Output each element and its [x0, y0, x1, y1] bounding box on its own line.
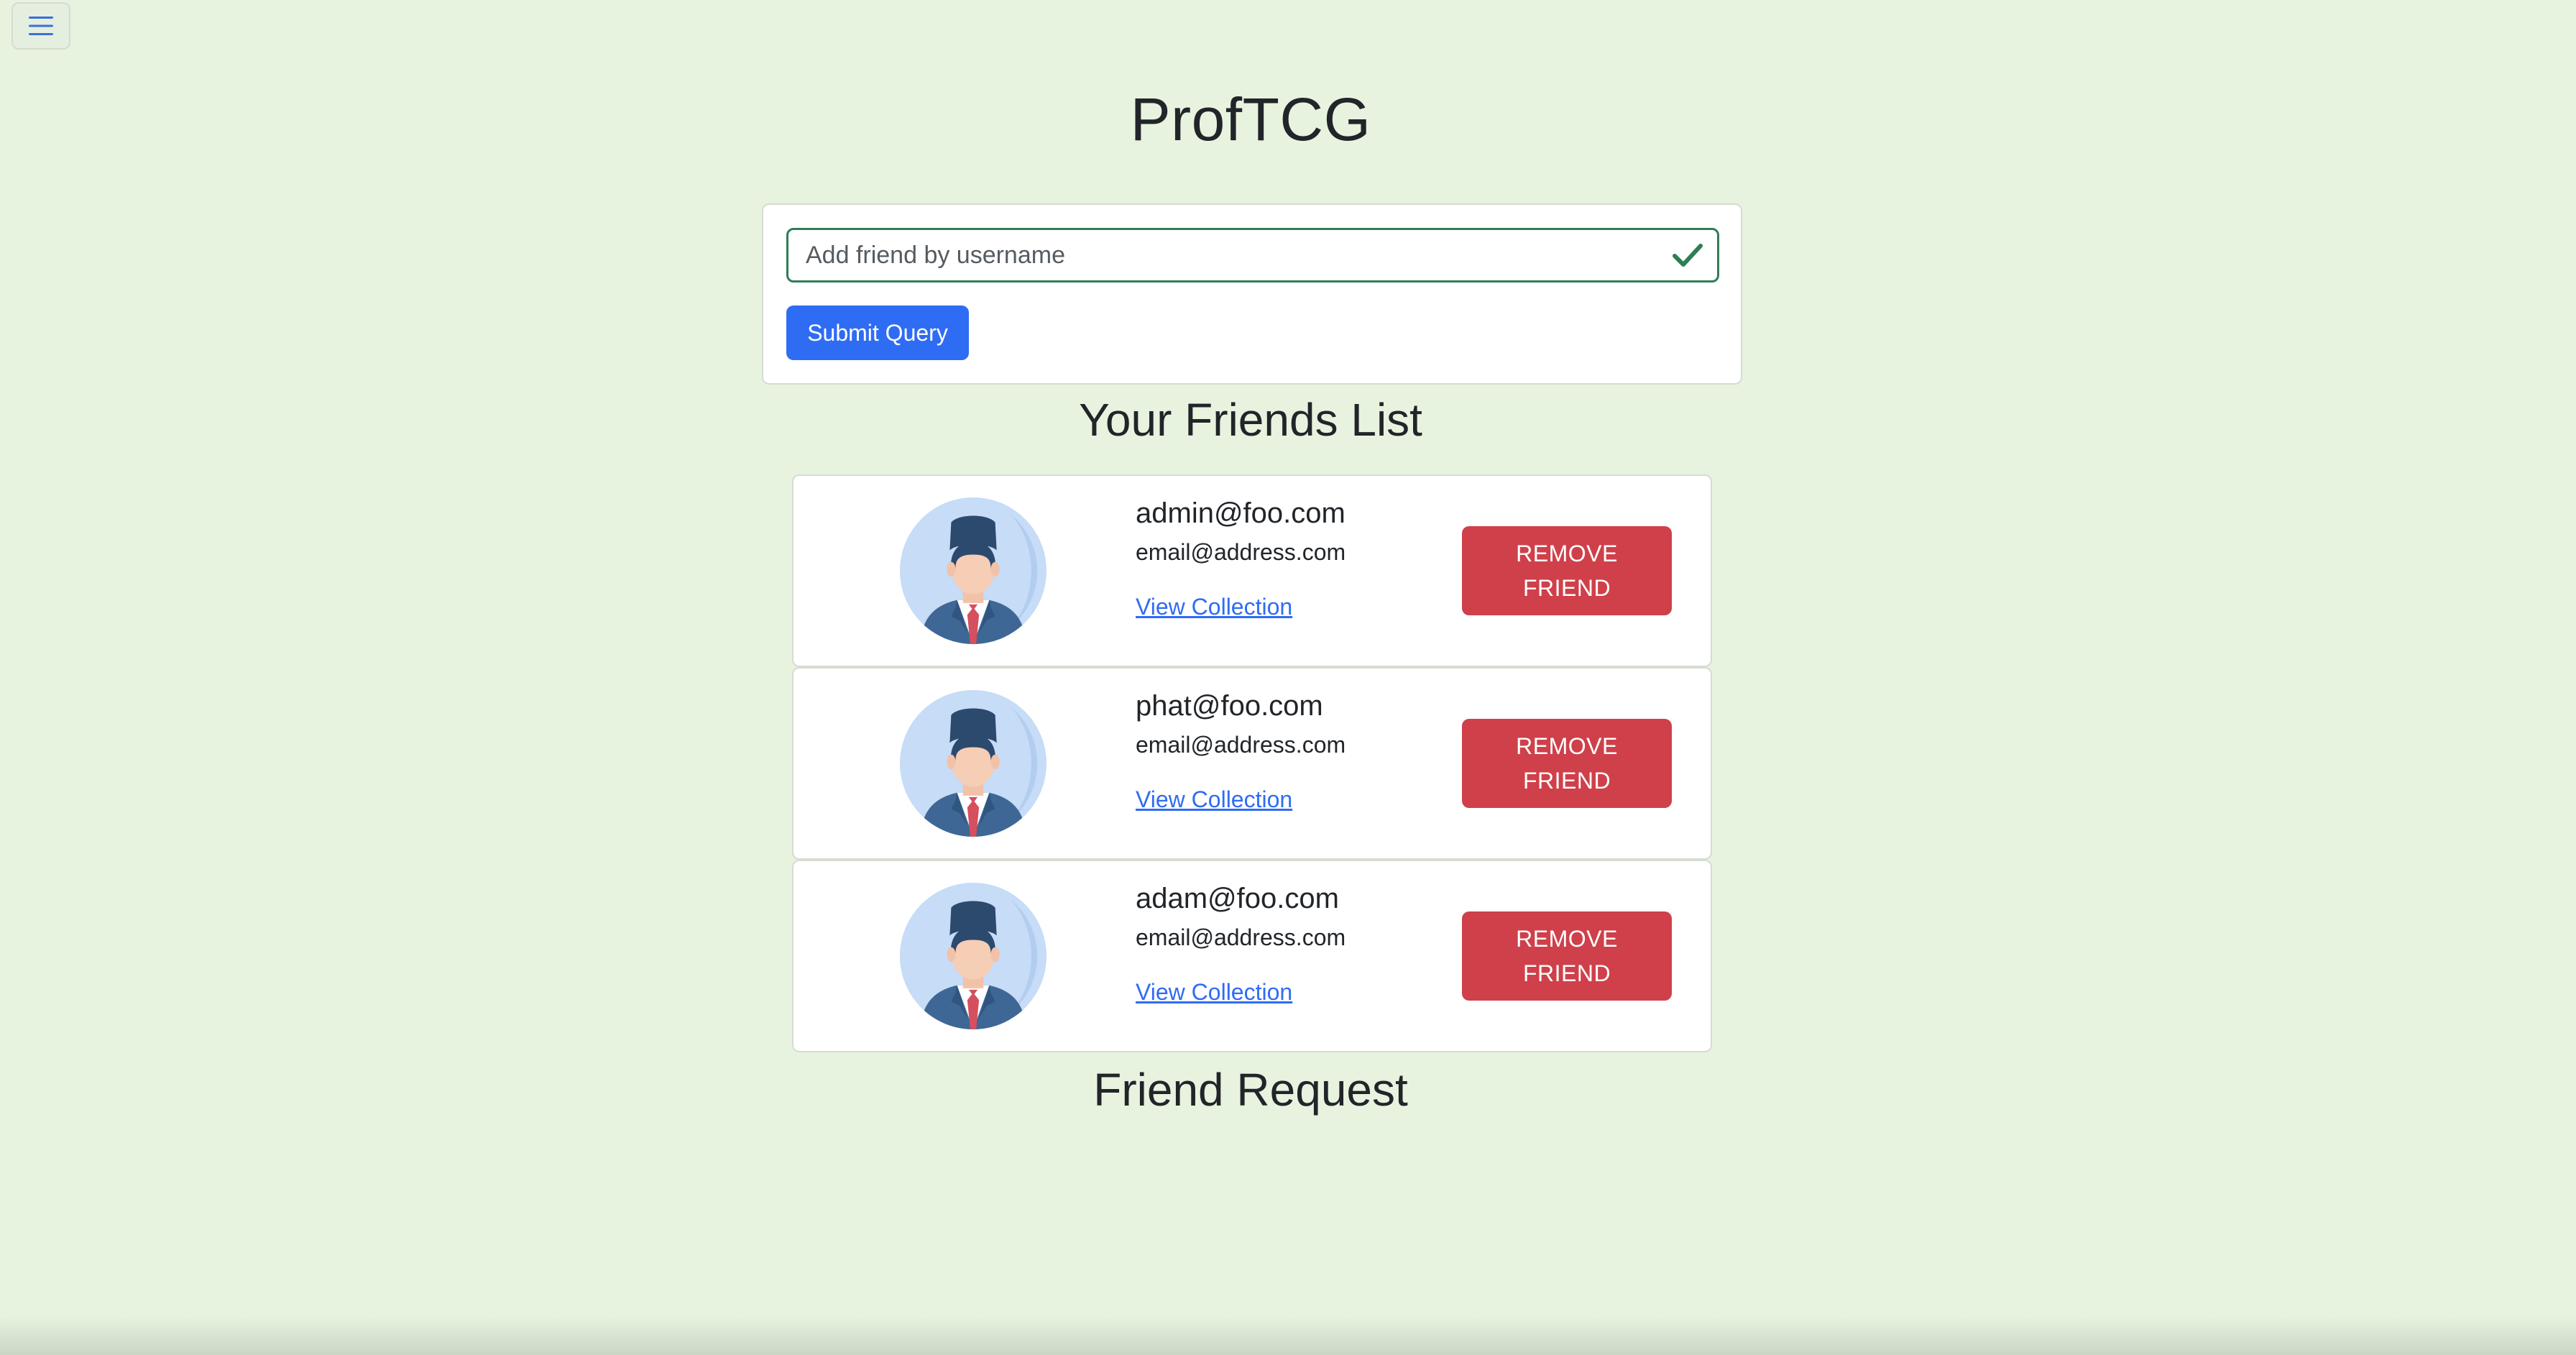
friend-request-heading: Friend Request: [1093, 1064, 1408, 1116]
bottom-edge-shadow: [0, 1315, 2576, 1355]
remove-friend-button[interactable]: REMOVE FRIEND: [1462, 526, 1672, 615]
add-friend-card: Submit Query: [762, 203, 1742, 385]
menu-toggle-button[interactable]: [12, 2, 70, 50]
friend-card: phat@foo.com email@address.com View Coll…: [792, 667, 1712, 860]
user-avatar-icon: [900, 497, 1046, 644]
remove-friend-button[interactable]: REMOVE FRIEND: [1462, 719, 1672, 808]
remove-friend-button[interactable]: REMOVE FRIEND: [1462, 911, 1672, 1001]
friend-username: admin@foo.com: [1136, 497, 1346, 529]
page-title: ProfTCG: [1130, 86, 1371, 153]
friend-card: admin@foo.com email@address.com View Col…: [792, 474, 1712, 667]
user-avatar-icon: [900, 883, 1046, 1029]
friend-email: email@address.com: [1136, 924, 1346, 950]
hamburger-menu-icon: [29, 17, 53, 35]
friend-username: phat@foo.com: [1136, 690, 1323, 722]
view-collection-link[interactable]: View Collection: [1136, 786, 1292, 813]
friend-username: adam@foo.com: [1136, 883, 1339, 914]
view-collection-link[interactable]: View Collection: [1136, 594, 1292, 620]
submit-query-button[interactable]: Submit Query: [786, 306, 969, 360]
friend-card: adam@foo.com email@address.com View Coll…: [792, 860, 1712, 1052]
friend-email: email@address.com: [1136, 732, 1346, 758]
friends-list: admin@foo.com email@address.com View Col…: [792, 474, 1712, 1052]
user-avatar-icon: [900, 690, 1046, 837]
friend-email: email@address.com: [1136, 539, 1346, 565]
friends-list-heading: Your Friends List: [1079, 394, 1422, 446]
add-friend-input[interactable]: [786, 228, 1719, 283]
view-collection-link[interactable]: View Collection: [1136, 979, 1292, 1006]
checkmark-icon: [1673, 244, 1703, 267]
